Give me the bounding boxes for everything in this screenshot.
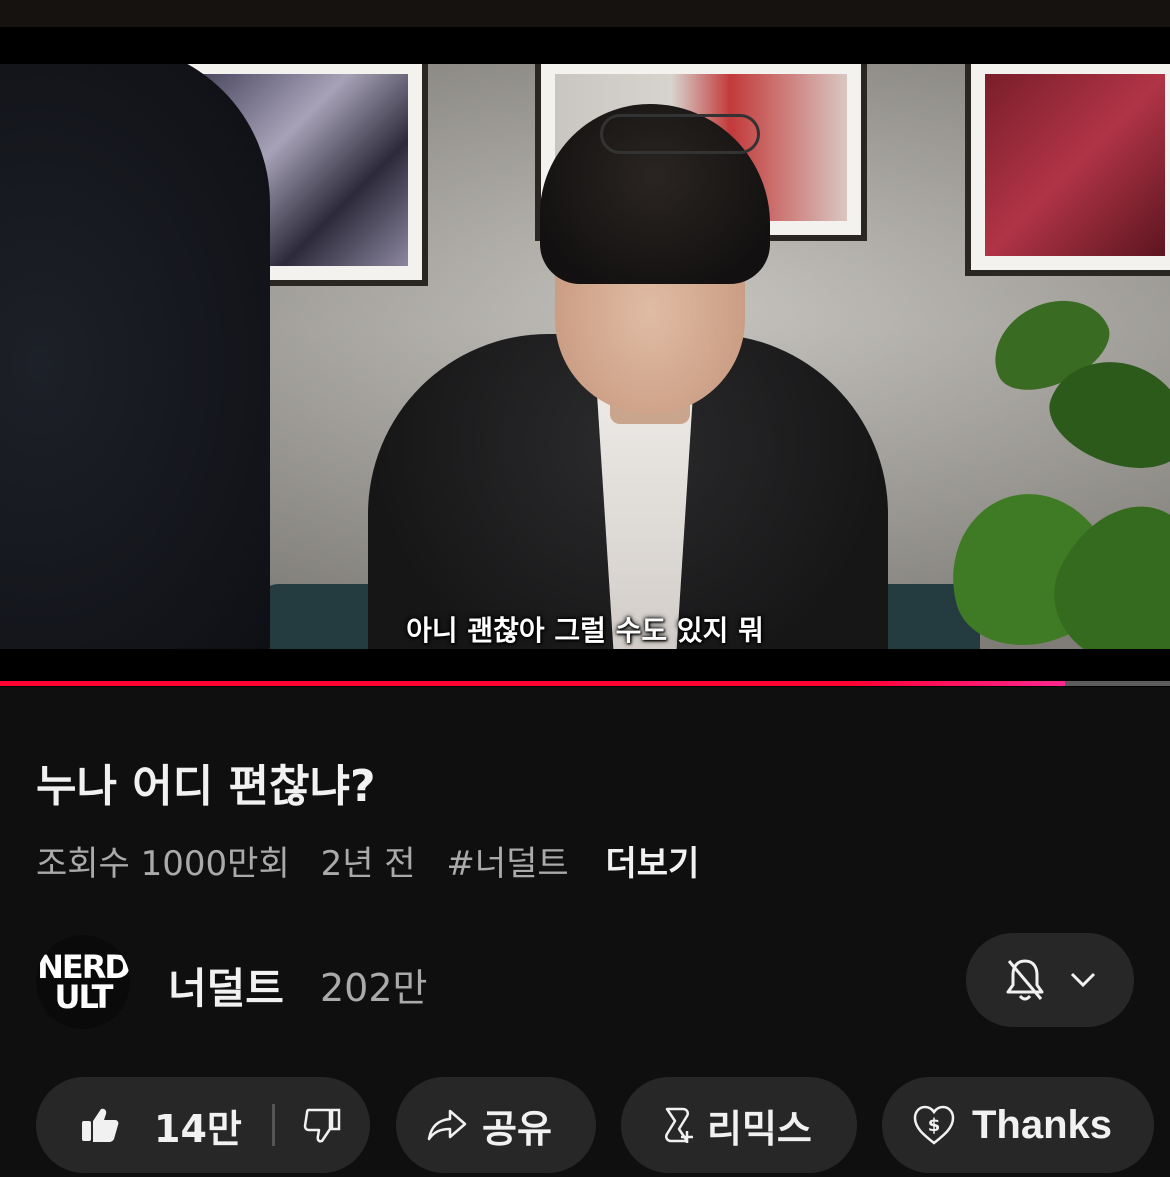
glasses [600,114,760,154]
video-subtitle: 아니 괜찮아 그럴 수도 있지 뭐 [406,614,764,647]
thumbs-up-icon[interactable] [80,1107,120,1143]
upload-age: 2년 전 [320,844,416,884]
like-dislike-group: 14만 [36,1077,370,1173]
chevron-down-icon [1069,971,1097,989]
video-player[interactable]: 아니 괜찮아 그럴 수도 있지 뭐 [0,27,1170,687]
notification-settings-button[interactable] [966,933,1134,1027]
bell-off-icon [1003,957,1047,1003]
view-count: 조회수 1000만회 [36,844,290,884]
more-button[interactable]: 더보기 [606,844,700,884]
channel-name[interactable]: 너덜트 [168,955,284,1016]
thanks-label: Thanks [972,1102,1113,1147]
subscriber-count: 202만 [320,966,428,1010]
progress-played [0,681,1065,686]
share-arrow-icon [426,1108,468,1142]
video-progress-bar[interactable] [0,681,1170,686]
thumbs-down-icon[interactable] [303,1107,341,1143]
heart-dollar-icon: $ [912,1104,956,1146]
like-divider [271,1104,275,1146]
hashtag-link[interactable]: #너덜트 [446,844,568,884]
foreground-shoulder [0,64,270,649]
video-frame[interactable]: 아니 괜찮아 그럴 수도 있지 뭐 [0,64,1170,649]
remix-icon [653,1105,695,1145]
share-button[interactable]: 공유 [396,1077,596,1173]
video-title[interactable]: 누나 어디 편찮냐? [36,750,376,814]
thanks-button[interactable]: $ Thanks [882,1077,1154,1173]
remix-label: 리믹스 [707,1106,812,1151]
wall-picture-right [965,64,1170,276]
top-status-strip [0,0,1170,27]
video-meta[interactable]: 조회수 1000만회 2년 전 #너덜트 더보기 [36,836,719,885]
remix-button[interactable]: 리믹스 [621,1077,857,1173]
channel-avatar[interactable]: NERD ULT [36,935,130,1029]
share-label: 공유 [482,1106,552,1151]
like-count[interactable]: 14만 [154,1098,242,1153]
svg-text:$: $ [928,1115,941,1136]
